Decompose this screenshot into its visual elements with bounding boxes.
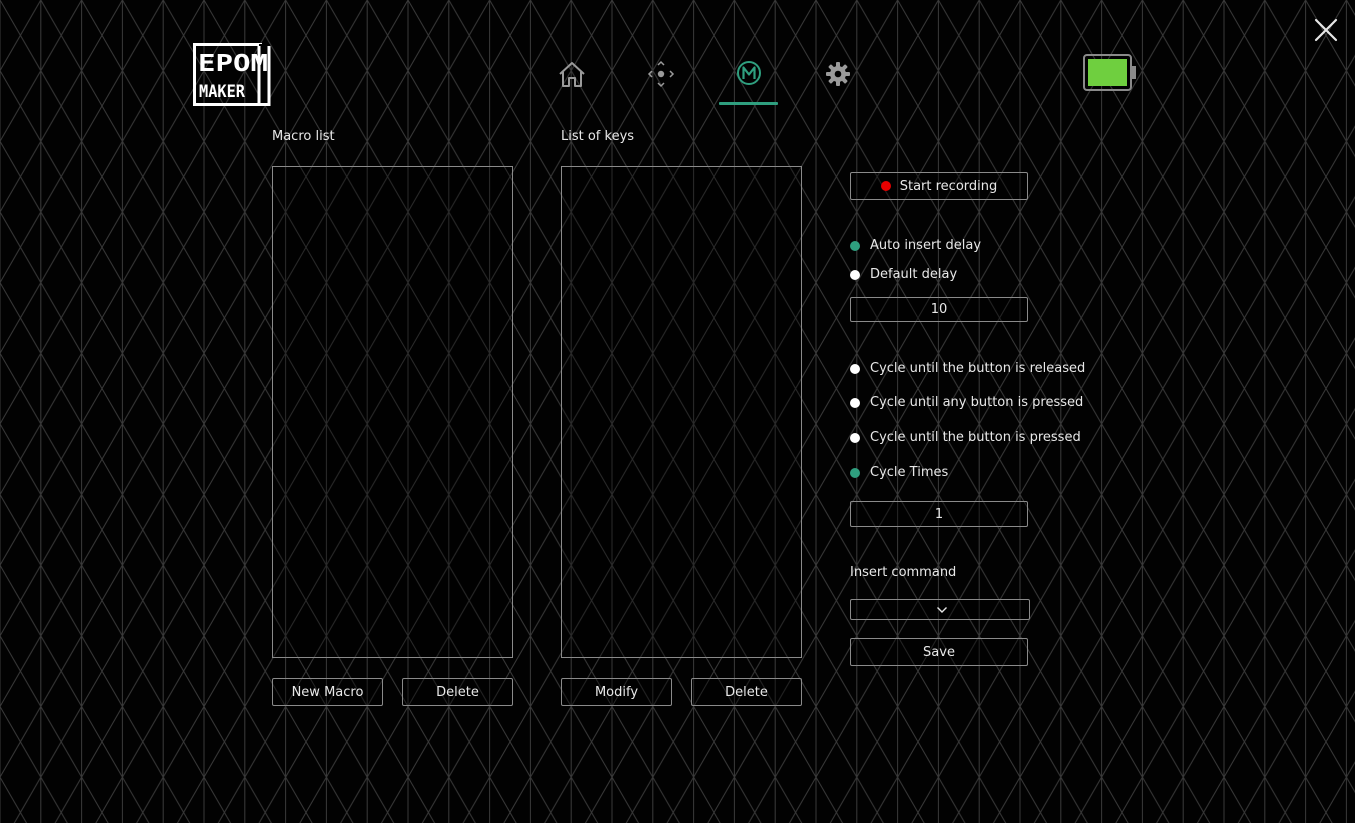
home-icon [559, 62, 585, 87]
radio-auto-insert-delay[interactable]: Auto insert delay [850, 238, 981, 253]
radio-label: Cycle Times [870, 465, 949, 480]
radio-indicator [850, 269, 860, 280]
cycle-times-input[interactable] [850, 501, 1028, 527]
macro-list-panel[interactable] [272, 166, 513, 658]
insert-command-label: Insert command [850, 565, 957, 580]
radio-cycle-until-released[interactable]: Cycle until the button is released [850, 361, 1085, 376]
nav-home[interactable] [556, 58, 588, 90]
radio-label: Auto insert delay [870, 238, 982, 253]
battery-indicator [1083, 54, 1137, 92]
logo-text-bottom: MAKER [199, 82, 246, 102]
radio-default-delay[interactable]: Default delay [850, 267, 957, 282]
delay-value-input[interactable] [850, 297, 1028, 322]
save-button[interactable]: Save [850, 638, 1028, 666]
radio-label: Cycle until any button is pressed [870, 395, 1084, 410]
macro-list-title: Macro list [272, 129, 335, 144]
radio-indicator [850, 432, 860, 443]
delete-macro-button[interactable]: Delete [402, 678, 513, 706]
nav-lighting[interactable] [645, 58, 677, 90]
epomaker-logo: EPOM MAKER [193, 43, 271, 106]
radio-label: Cycle until the button is pressed [870, 430, 1081, 445]
close-button[interactable] [1312, 16, 1340, 44]
macro-icon [737, 61, 761, 85]
gear-icon [826, 62, 850, 86]
radio-label: Default delay [870, 267, 958, 282]
insert-command-select[interactable] [850, 599, 1030, 620]
new-macro-button[interactable]: New Macro [272, 678, 383, 706]
radio-cycle-times[interactable]: Cycle Times [850, 465, 948, 480]
start-recording-button[interactable]: Start recording [850, 172, 1028, 200]
chevron-down-icon [937, 606, 947, 613]
delete-key-button[interactable]: Delete [691, 678, 802, 706]
lighting-icon [647, 60, 675, 88]
start-recording-label: Start recording [899, 178, 998, 194]
active-tab-indicator [719, 102, 778, 105]
radio-cycle-until-any-pressed[interactable]: Cycle until any button is pressed [850, 395, 1083, 410]
radio-indicator [850, 397, 860, 408]
battery-icon [1083, 54, 1136, 91]
record-icon [880, 181, 891, 191]
modify-key-button[interactable]: Modify [561, 678, 672, 706]
key-list-panel[interactable] [561, 166, 802, 658]
radio-indicator [850, 467, 860, 478]
close-icon [1314, 18, 1338, 42]
logo-text-top: EPOM [198, 51, 268, 77]
nav-macro[interactable] [733, 58, 765, 90]
radio-indicator [850, 240, 860, 251]
radio-indicator [850, 363, 860, 374]
radio-cycle-until-pressed[interactable]: Cycle until the button is pressed [850, 430, 1081, 445]
radio-label: Cycle until the button is released [870, 361, 1086, 376]
nav-settings[interactable] [822, 58, 854, 90]
key-list-title: List of keys [561, 129, 635, 144]
